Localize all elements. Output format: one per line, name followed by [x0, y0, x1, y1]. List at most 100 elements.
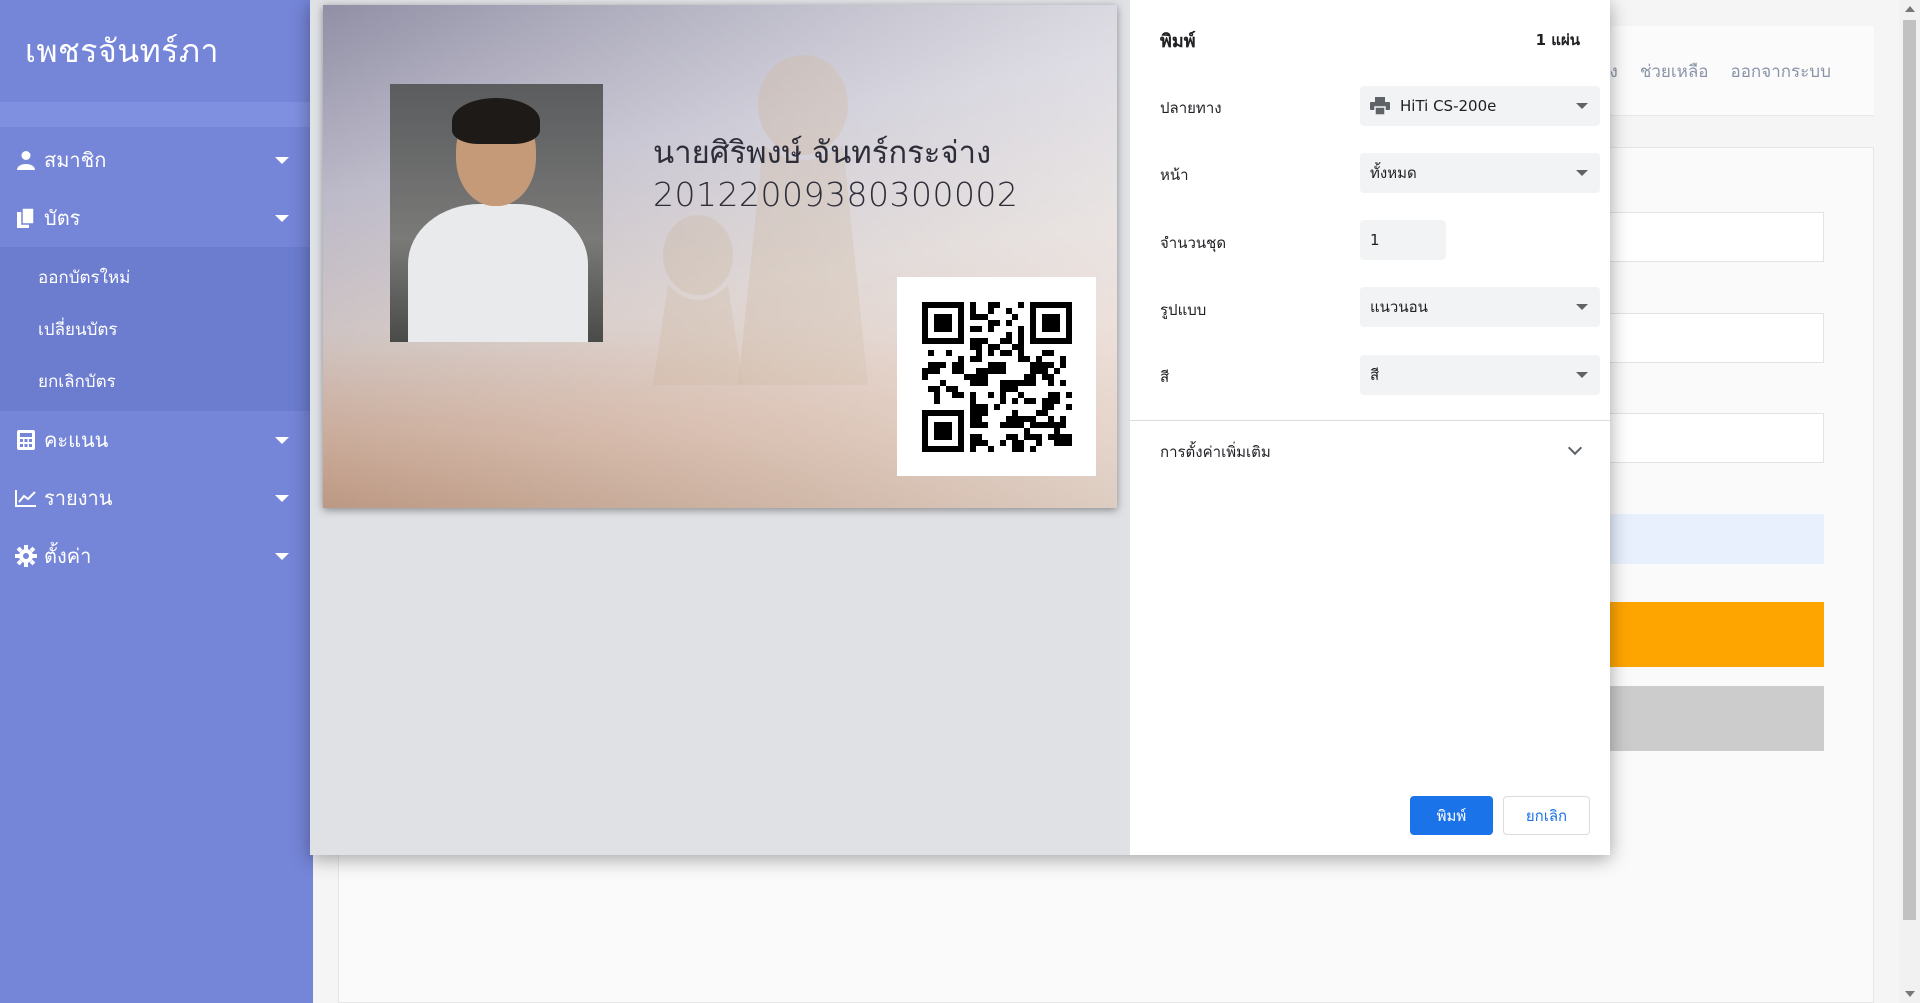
layout-select[interactable]: แนวนอน	[1360, 287, 1600, 327]
scroll-thumb[interactable]	[1903, 20, 1916, 920]
qr-module	[969, 313, 976, 320]
qr-module	[933, 433, 940, 440]
qr-module	[969, 391, 976, 398]
qr-module	[1023, 415, 1030, 422]
qr-module	[921, 301, 928, 308]
qr-module	[1011, 445, 1018, 452]
background-input-highlighted[interactable]	[1600, 514, 1824, 564]
qr-module	[1059, 361, 1066, 368]
qr-module	[939, 379, 946, 386]
scroll-up-arrow[interactable]	[1905, 6, 1915, 12]
qr-module	[1041, 397, 1048, 404]
background-orange-button[interactable]	[1600, 602, 1824, 667]
menu-item-settings[interactable]: ตั้งค่า	[0, 527, 313, 585]
print-dialog-title: พิมพ์	[1160, 31, 1196, 52]
menu-item-reports[interactable]: รายงาน	[0, 469, 313, 527]
qr-module	[1047, 415, 1054, 422]
submenu-item-cancel-card[interactable]: ยกเลิกบัตร	[0, 355, 313, 407]
qr-module	[957, 319, 964, 326]
qr-module	[975, 403, 982, 410]
print-button[interactable]: พิมพ์	[1410, 796, 1493, 835]
qr-module	[1059, 355, 1066, 362]
page-scrollbar[interactable]	[1899, 0, 1920, 1003]
qr-module	[1047, 337, 1054, 344]
qr-module	[1029, 367, 1036, 374]
qr-module	[1053, 367, 1060, 374]
qr-module	[975, 379, 982, 386]
qr-module	[1065, 433, 1072, 440]
layout-label: รูปแบบ	[1160, 301, 1207, 319]
qr-module	[1047, 397, 1054, 404]
qr-module	[1041, 409, 1048, 416]
menu-label: คะแนน	[44, 428, 109, 452]
qr-module	[939, 337, 946, 344]
background-input-2[interactable]	[1600, 313, 1824, 363]
qr-module	[933, 337, 940, 344]
qr-module	[933, 391, 940, 398]
qr-module	[1065, 307, 1072, 314]
qr-module	[975, 343, 982, 350]
pages-select[interactable]: ทั้งหมด	[1360, 153, 1600, 193]
background-nav-links: จ้าง ช่วยเหลือ ออกจากระบบ	[1590, 58, 1831, 85]
qr-module	[945, 301, 952, 308]
qr-module	[999, 421, 1006, 428]
qr-code	[897, 277, 1096, 476]
qr-module	[999, 397, 1006, 404]
qr-module	[1005, 433, 1012, 440]
qr-module	[969, 439, 976, 446]
qr-module	[1011, 313, 1018, 320]
qr-module	[951, 391, 958, 398]
background-gray-button[interactable]	[1600, 686, 1824, 751]
qr-module	[945, 421, 952, 428]
qr-module	[1011, 343, 1018, 350]
scroll-down-arrow[interactable]	[1905, 991, 1915, 997]
qr-module	[1065, 313, 1072, 320]
menu-label: สมาชิก	[44, 148, 107, 172]
menu-item-points[interactable]: คะแนน	[0, 411, 313, 469]
qr-module	[1011, 409, 1018, 416]
qr-module	[969, 301, 976, 308]
qr-module	[957, 307, 964, 314]
qr-module	[933, 409, 940, 416]
qr-module	[945, 313, 952, 320]
menu-item-members[interactable]: สมาชิก	[0, 131, 313, 189]
qr-module	[1053, 319, 1060, 326]
nav-link-logout[interactable]: ออกจากระบบ	[1731, 58, 1831, 85]
qr-module	[981, 367, 988, 374]
qr-module	[975, 433, 982, 440]
color-select[interactable]: สี	[1360, 355, 1600, 395]
qr-module	[999, 385, 1006, 392]
qr-module	[987, 349, 994, 356]
qr-module	[933, 445, 940, 452]
background-input-1[interactable]	[1600, 212, 1824, 262]
qr-module	[1017, 415, 1024, 422]
qr-module	[957, 439, 964, 446]
copies-input[interactable]	[1360, 220, 1446, 260]
cancel-button[interactable]: ยกเลิก	[1503, 796, 1590, 835]
submenu-item-new-card[interactable]: ออกบัตรใหม่	[0, 251, 313, 303]
qr-module	[1035, 367, 1042, 374]
menu-item-cards[interactable]: บัตร	[0, 189, 313, 247]
qr-module	[1005, 421, 1012, 428]
qr-module	[981, 337, 988, 344]
member-photo	[390, 84, 603, 342]
qr-module	[1041, 349, 1048, 356]
background-input-3[interactable]	[1600, 413, 1824, 463]
qr-module	[957, 355, 964, 362]
qr-module	[969, 433, 976, 440]
qr-module	[1005, 349, 1012, 356]
qr-module	[1047, 391, 1054, 398]
qr-code-graphic	[921, 301, 1072, 452]
qr-module	[921, 331, 928, 338]
destination-select[interactable]: HiTi CS-200e	[1360, 86, 1600, 126]
qr-module	[933, 325, 940, 332]
qr-module	[1047, 319, 1054, 326]
qr-module	[1047, 325, 1054, 332]
submenu-item-change-card[interactable]: เปลี่ยนบัตร	[0, 303, 313, 355]
qr-module	[975, 313, 982, 320]
qr-module	[933, 421, 940, 428]
more-settings-toggle[interactable]: การตั้งค่าเพิ่มเติม	[1160, 440, 1583, 464]
brand-title[interactable]: เพชรจันทร์ภา	[0, 0, 313, 102]
qr-module	[993, 367, 1000, 374]
nav-link-help[interactable]: ช่วยเหลือ	[1640, 58, 1709, 85]
